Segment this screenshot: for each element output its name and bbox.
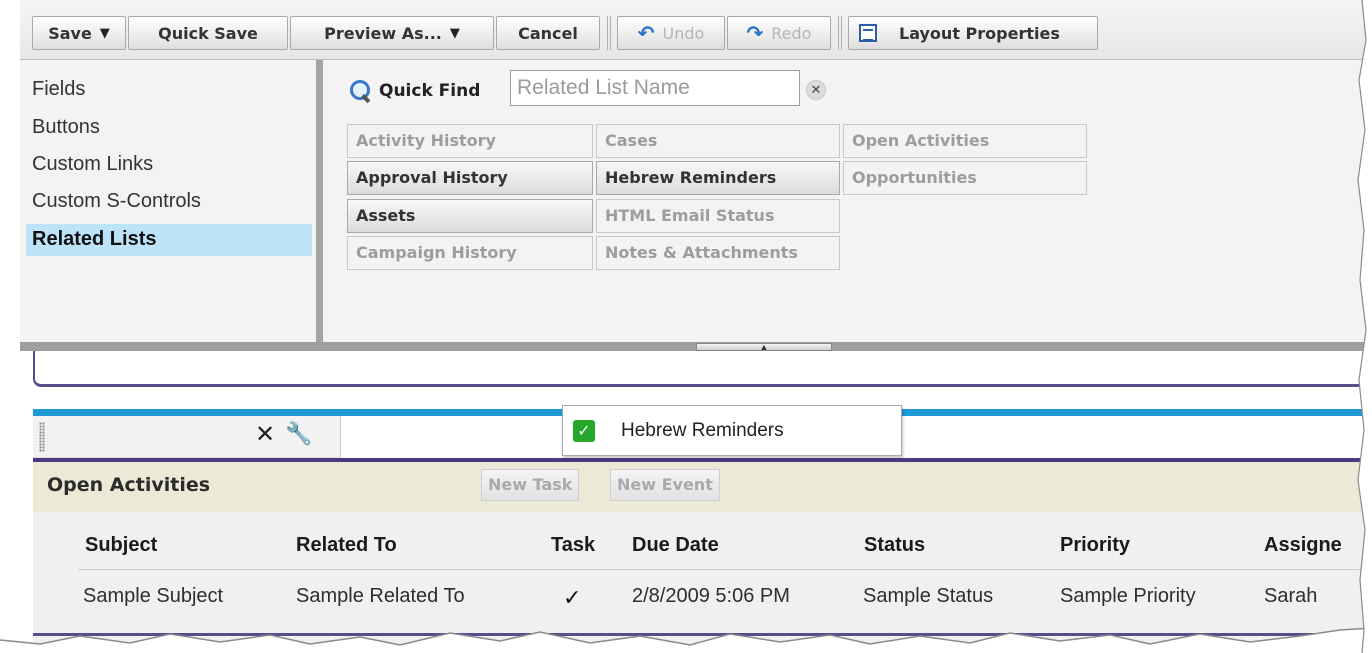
- column-header-due-date[interactable]: Due Date: [632, 534, 719, 557]
- drag-ghost-label: Hebrew Reminders: [621, 420, 784, 441]
- redo-button[interactable]: ↷ Redo: [727, 16, 831, 50]
- undo-button[interactable]: ↶ Undo: [617, 16, 725, 50]
- cell-task-check: ✓: [563, 585, 582, 610]
- palette-item-activity-history[interactable]: Activity History: [347, 124, 593, 158]
- palette-items-panel: Quick Find ✕ Activity History Approval H…: [323, 60, 1372, 342]
- palette-item-open-activities[interactable]: Open Activities: [843, 124, 1087, 158]
- cancel-label: Cancel: [518, 23, 578, 43]
- layout-toolbar: Save ▼ Quick Save Preview As... ▼ Cancel…: [20, 0, 1372, 60]
- quick-find-text: Quick Find: [379, 81, 481, 101]
- undo-icon: ↶: [637, 21, 655, 45]
- layout-properties-label: Layout Properties: [899, 23, 1060, 43]
- undo-label: Undo: [662, 23, 705, 43]
- redo-icon: ↷: [746, 21, 764, 45]
- clear-icon[interactable]: ✕: [806, 80, 826, 100]
- palette-item-approval-history[interactable]: Approval History: [347, 161, 593, 195]
- preview-as-button[interactable]: Preview As... ▼: [290, 16, 494, 50]
- category-buttons[interactable]: Buttons: [26, 112, 312, 144]
- preview-as-label: Preview As...: [324, 23, 442, 43]
- section-bottom-rule: [33, 633, 1372, 653]
- palette-item-campaign-history[interactable]: Campaign History: [347, 236, 593, 270]
- palette-divider: [316, 60, 323, 342]
- palette-item-cases[interactable]: Cases: [596, 124, 840, 158]
- palette-splitter[interactable]: ▲: [20, 342, 1372, 352]
- magnifier-icon: [349, 79, 373, 103]
- new-task-button[interactable]: New Task: [481, 469, 580, 501]
- related-list-table: Subject Related To Task Due Date Status …: [33, 512, 1372, 653]
- save-button[interactable]: Save ▼: [32, 16, 126, 50]
- palette-item-html-email-status[interactable]: HTML Email Status: [596, 199, 840, 233]
- collapse-arrow-icon[interactable]: ▲: [696, 342, 832, 352]
- toolbar-separator: [838, 16, 842, 50]
- cancel-button[interactable]: Cancel: [496, 16, 600, 50]
- column-header-status[interactable]: Status: [864, 534, 925, 557]
- column-header-subject[interactable]: Subject: [85, 534, 157, 557]
- column-header-task[interactable]: Task: [551, 534, 595, 557]
- previous-section-border: [33, 351, 1372, 387]
- related-list-handle[interactable]: ✕ 🔧: [33, 416, 341, 458]
- cell-related-to: Sample Related To: [296, 585, 465, 607]
- palette-item-hebrew-reminders[interactable]: Hebrew Reminders: [596, 161, 840, 195]
- palette-item-opportunities[interactable]: Opportunities: [843, 161, 1087, 195]
- quick-find-label: Quick Find: [349, 75, 480, 107]
- cell-due-date: 2/8/2009 5:06 PM: [632, 585, 790, 607]
- category-fields[interactable]: Fields: [26, 74, 312, 106]
- cell-priority: Sample Priority: [1060, 585, 1196, 607]
- check-icon: ✓: [573, 420, 595, 442]
- remove-icon[interactable]: ✕: [255, 420, 275, 449]
- column-header-related-to[interactable]: Related To: [296, 534, 397, 557]
- layout-properties-button[interactable]: Layout Properties: [848, 16, 1098, 50]
- dropdown-caret-icon[interactable]: ▼: [100, 26, 110, 41]
- cell-subject: Sample Subject: [83, 585, 224, 607]
- column-header-priority[interactable]: Priority: [1060, 534, 1130, 557]
- category-related-lists[interactable]: Related Lists: [26, 224, 312, 256]
- related-list-header: Open Activities New Task New Event: [33, 462, 1372, 512]
- cell-status: Sample Status: [863, 585, 994, 607]
- new-event-button[interactable]: New Event: [610, 469, 720, 501]
- column-header-assigned[interactable]: Assigne: [1264, 534, 1342, 557]
- drag-ghost[interactable]: ✓ Hebrew Reminders: [562, 405, 902, 456]
- header-divider: [78, 569, 1372, 570]
- cell-assigned: Sarah: [1264, 585, 1318, 607]
- palette-item-notes-attachments[interactable]: Notes & Attachments: [596, 236, 840, 270]
- palette: Fields Buttons Custom Links Custom S-Con…: [20, 60, 1372, 342]
- toolbar-separator: [607, 16, 611, 50]
- quick-save-button[interactable]: Quick Save: [128, 16, 288, 50]
- palette-item-assets[interactable]: Assets: [347, 199, 593, 233]
- quick-find-input[interactable]: [510, 70, 800, 106]
- drag-grip-icon[interactable]: [39, 422, 45, 452]
- redo-label: Redo: [771, 23, 812, 43]
- related-list-title: Open Activities: [47, 474, 211, 496]
- category-custom-s-controls[interactable]: Custom S-Controls: [26, 186, 312, 218]
- dropdown-caret-icon: ▼: [449, 25, 460, 41]
- category-custom-links[interactable]: Custom Links: [26, 149, 312, 181]
- palette-categories: Fields Buttons Custom Links Custom S-Con…: [20, 60, 320, 342]
- quick-save-label: Quick Save: [158, 23, 258, 43]
- wrench-icon[interactable]: 🔧: [285, 421, 312, 447]
- layout-properties-icon: [859, 24, 877, 42]
- save-label: Save: [48, 23, 92, 43]
